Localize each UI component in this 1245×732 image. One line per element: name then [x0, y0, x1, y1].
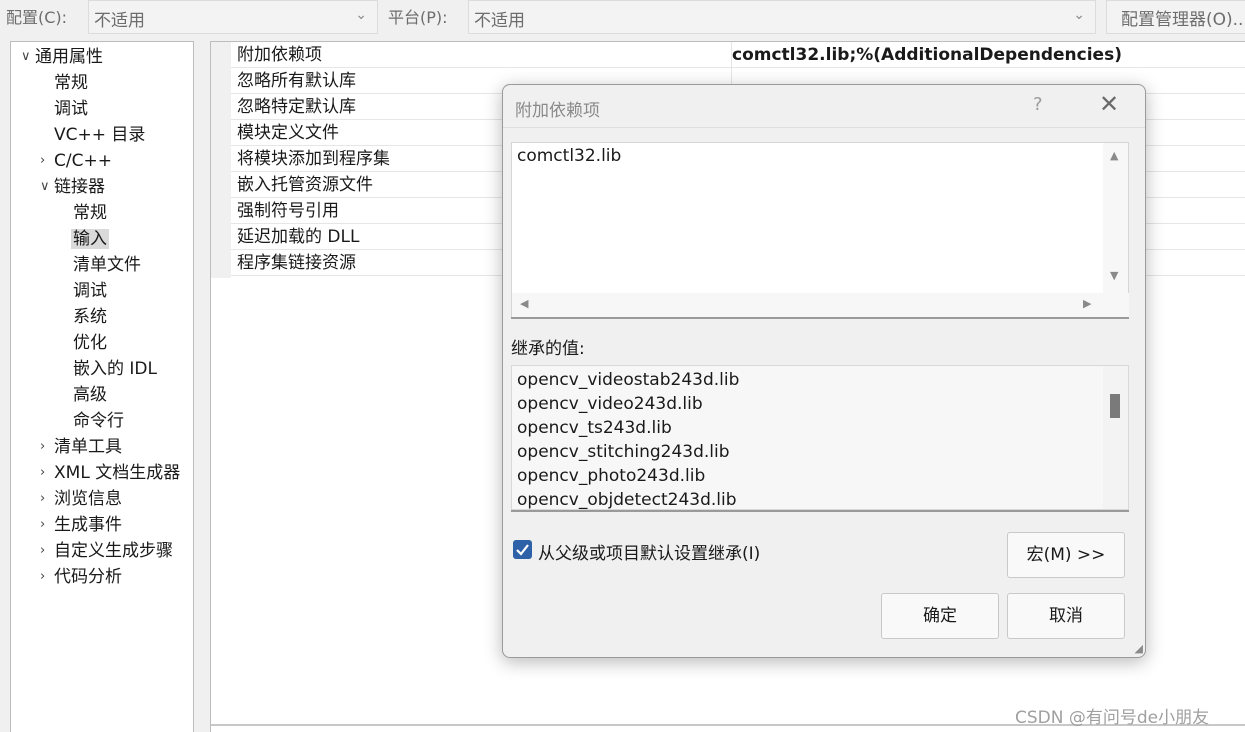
tree-item-linker[interactable]: ∨ 链接器	[40, 174, 105, 200]
property-value[interactable]: comctl32.lib;%(AdditionalDependencies)	[731, 42, 1245, 68]
tree-item-common-properties[interactable]: ∨ 通用属性	[21, 44, 103, 70]
platform-label: 平台(P):	[388, 8, 448, 27]
property-row-additional-dependencies[interactable]: 附加依赖项 comctl32.lib;%(AdditionalDependenc…	[231, 42, 1245, 68]
tree-item-system[interactable]: 系统	[73, 304, 107, 330]
config-manager-button[interactable]: 配置管理器(O)...	[1106, 0, 1245, 34]
chevron-right-icon[interactable]: ›	[40, 148, 52, 174]
inherited-scrollbar[interactable]	[1103, 366, 1128, 509]
platform-select-value: 不适用	[474, 11, 525, 31]
chevron-down-icon: ⌄	[1073, 7, 1085, 23]
grid-gutter	[211, 42, 231, 278]
tree-item-xml-doc-generator[interactable]: › XML 文档生成器	[40, 460, 180, 486]
inherited-divider	[511, 510, 1129, 512]
check-icon	[516, 544, 529, 556]
tree-item-linker-debugging[interactable]: 调试	[73, 278, 107, 304]
chevron-right-icon[interactable]: ›	[40, 538, 52, 564]
chevron-right-icon[interactable]: ›	[40, 564, 52, 590]
inherit-checkbox[interactable]	[513, 540, 532, 559]
chevron-right-icon[interactable]: ›	[40, 434, 52, 460]
list-item: opencv_stitching243d.lib	[517, 442, 730, 462]
scroll-left-icon[interactable]: ◀	[520, 297, 528, 310]
inherit-checkbox-label[interactable]: 从父级或项目默认设置继承(I)	[538, 539, 760, 564]
tree-item-command-line[interactable]: 命令行	[73, 408, 124, 434]
dependencies-edit-box[interactable]: comctl32.lib ▲ ▼ ◀ ▶	[511, 142, 1129, 318]
tree-item-code-analysis[interactable]: › 代码分析	[40, 564, 122, 590]
horizontal-scrollbar[interactable]: ◀ ▶	[512, 293, 1129, 318]
chevron-down-icon: ⌄	[355, 7, 367, 23]
inherited-values-list: opencv_videostab243d.lib opencv_video243…	[511, 365, 1129, 510]
additional-dependencies-dialog: 附加依赖项 ? ✕ comctl32.lib ▲ ▼ ◀ ▶ 继承的值: ope…	[502, 84, 1146, 658]
help-icon[interactable]: ?	[1033, 94, 1043, 115]
dependencies-text[interactable]: comctl32.lib	[517, 146, 621, 166]
platform-select[interactable]: 不适用 ⌄	[468, 0, 1096, 34]
tree-item-embedded-idl[interactable]: 嵌入的 IDL	[73, 356, 157, 382]
tree-item-vc-directories[interactable]: VC++ 目录	[54, 122, 145, 148]
scroll-up-icon[interactable]: ▲	[1110, 149, 1118, 162]
tree-item-debugging[interactable]: 调试	[54, 96, 88, 122]
tree-item-linker-input[interactable]: 输入	[71, 226, 109, 252]
ok-button[interactable]: 确定	[881, 593, 999, 639]
chevron-down-icon[interactable]: ∨	[40, 174, 52, 200]
scroll-right-icon[interactable]: ▶	[1083, 297, 1091, 310]
close-icon[interactable]: ✕	[1099, 90, 1119, 118]
tree-item-optimization[interactable]: 优化	[73, 330, 107, 356]
config-label: 配置(C):	[6, 8, 68, 27]
watermark: CSDN @有问号de小朋友	[1015, 708, 1210, 728]
inherited-values-label: 继承的值:	[511, 339, 585, 359]
list-item: opencv_objdetect243d.lib	[517, 490, 737, 510]
scroll-thumb[interactable]	[1110, 394, 1120, 418]
config-select-value: 不适用	[94, 11, 145, 31]
title-divider	[503, 127, 1145, 128]
config-select[interactable]: 不适用 ⌄	[88, 0, 378, 34]
tree-item-advanced[interactable]: 高级	[73, 382, 107, 408]
list-item: opencv_video243d.lib	[517, 394, 703, 414]
chevron-down-icon[interactable]: ∨	[21, 44, 33, 70]
list-item: opencv_photo243d.lib	[517, 466, 706, 486]
edit-box-divider	[511, 317, 1129, 319]
tree-item-cpp[interactable]: › C/C++	[40, 148, 112, 174]
scroll-down-icon[interactable]: ▼	[1110, 269, 1118, 282]
tree-item-build-events[interactable]: › 生成事件	[40, 512, 122, 538]
resize-grip-icon[interactable]: ◢	[1135, 642, 1143, 655]
tree-item-linker-general[interactable]: 常规	[73, 200, 107, 226]
property-tree: ∨ 通用属性 常规 调试 VC++ 目录 › C/C++ ∨ 链接器 常规 输入…	[10, 41, 194, 732]
chevron-right-icon[interactable]: ›	[40, 486, 52, 512]
tree-item-general[interactable]: 常规	[54, 70, 88, 96]
cancel-button[interactable]: 取消	[1007, 593, 1125, 639]
list-item: opencv_ts243d.lib	[517, 418, 672, 438]
tree-item-manifest-tool[interactable]: › 清单工具	[40, 434, 122, 460]
macros-button[interactable]: 宏(M) >>	[1007, 532, 1125, 578]
chevron-right-icon[interactable]: ›	[40, 512, 52, 538]
tree-item-browse-information[interactable]: › 浏览信息	[40, 486, 122, 512]
tree-item-custom-build-step[interactable]: › 自定义生成步骤	[40, 538, 173, 564]
vertical-scrollbar[interactable]: ▲ ▼	[1103, 143, 1128, 293]
chevron-right-icon[interactable]: ›	[40, 460, 52, 486]
config-toolbar: 配置(C): 不适用 ⌄ 平台(P): 不适用 ⌄ 配置管理器(O)...	[0, 0, 1245, 40]
dialog-title: 附加依赖项	[515, 101, 600, 121]
list-item: opencv_videostab243d.lib	[517, 370, 740, 390]
tree-item-manifest-file[interactable]: 清单文件	[73, 252, 141, 278]
